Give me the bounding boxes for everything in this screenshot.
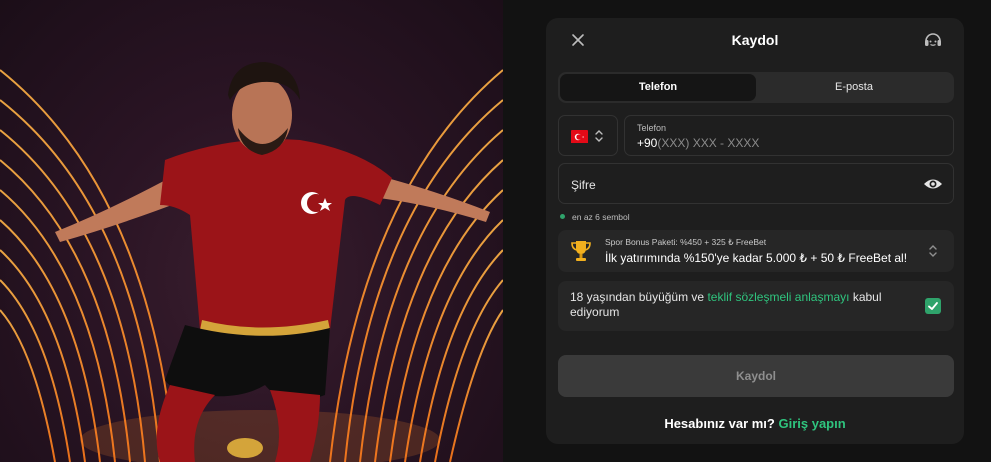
flag-tr-icon [571,130,588,143]
registration-modal: Kaydol Telefon E-posta Telefon +90(XXX) … [546,18,964,444]
terms-text-before: 18 yaşından büyüğüm ve [570,290,708,304]
bonus-subtitle: Spor Bonus Paketi: %450 + 325 ₺ FreeBet [605,237,767,247]
hero-banner [0,0,503,462]
password-hint-text: en az 6 sembol [572,212,630,222]
tab-phone[interactable]: Telefon [560,74,756,101]
tab-email[interactable]: E-posta [756,74,952,101]
phone-field[interactable]: Telefon +90(XXX) XXX - XXXX [624,115,954,156]
login-prompt: Hesabınız var mı? Giriş yapın [546,416,964,431]
modal-header: Kaydol [546,18,964,62]
hint-dot-icon [560,214,565,219]
up-down-chevron-icon [595,130,603,142]
country-code-select[interactable] [558,115,618,156]
password-hint: en az 6 sembol [560,212,630,222]
terms-link[interactable]: teklif sözleşmeli anlaşmayı [707,290,849,304]
phone-label: Telefon [637,123,667,133]
signup-method-tabs: Telefon E-posta [558,72,954,103]
password-placeholder: Şifre [571,178,596,192]
trophy-icon [571,241,591,261]
headset-icon[interactable] [922,29,944,51]
bonus-select[interactable]: Spor Bonus Paketi: %450 + 325 ₺ FreeBet … [558,230,954,272]
terms-agreement: 18 yaşından büyüğüm ve teklif sözleşmeli… [558,281,954,331]
phone-placeholder: (XXX) XXX - XXXX [657,136,760,150]
eye-icon[interactable] [923,175,943,193]
check-icon [928,302,938,310]
register-button[interactable]: Kaydol [558,355,954,397]
login-link[interactable]: Giriş yapın [778,416,845,431]
up-down-chevron-icon [929,245,937,257]
registration-area: Kaydol Telefon E-posta Telefon +90(XXX) … [503,0,991,462]
password-field[interactable]: Şifre [558,163,954,204]
phone-prefix: +90 [637,136,658,150]
terms-text: 18 yaşından büyüğüm ve teklif sözleşmeli… [570,290,910,320]
phone-input[interactable]: +90(XXX) XXX - XXXX [637,136,937,150]
modal-title: Kaydol [731,32,779,48]
football-player-illustration [0,62,503,462]
terms-checkbox[interactable] [925,298,941,314]
bonus-text: İlk yatırımında %150'ye kadar 5.000 ₺ + … [605,251,908,265]
login-prompt-text: Hesabınız var mı? [664,416,775,431]
